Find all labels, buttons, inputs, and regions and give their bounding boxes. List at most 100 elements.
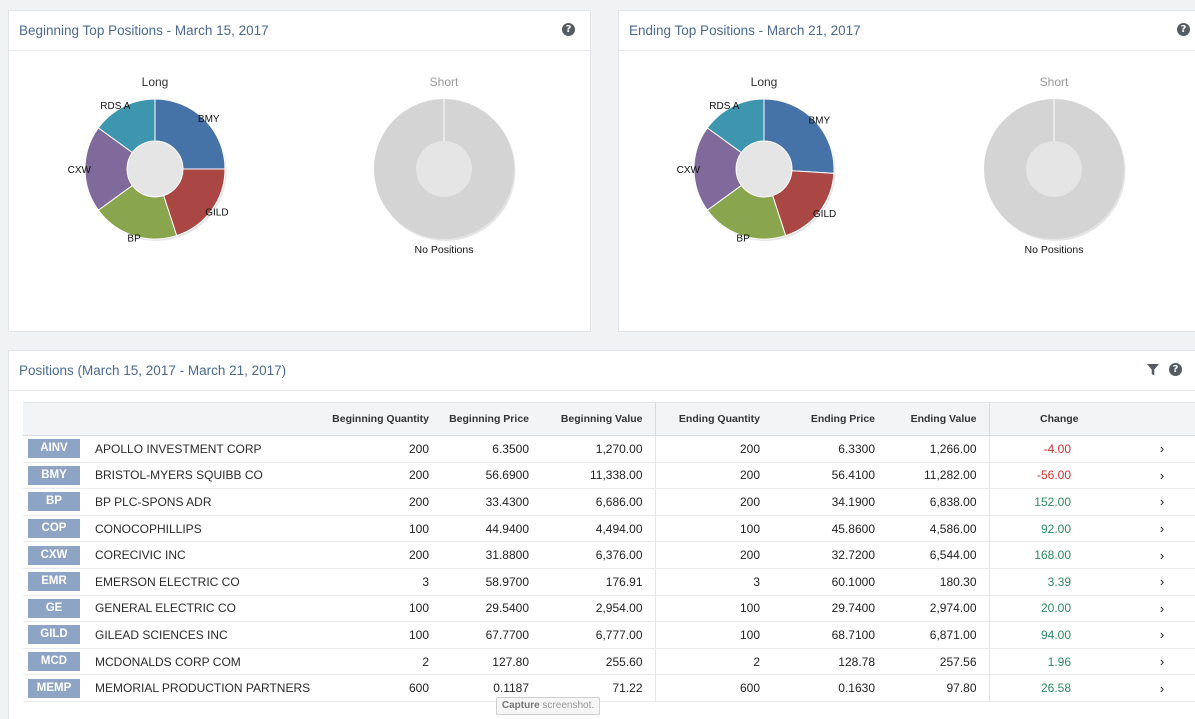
table-row[interactable]: COP CONOCOPHILLIPS 100 44.9400 4,494.00 100 45…	[23, 515, 1195, 543]
ending-price: 60.1000	[772, 568, 887, 596]
panel-header: Positions (March 15, 2017 - March 21, 20…	[9, 351, 1195, 391]
symbol-cell: AINV	[23, 435, 85, 463]
beginning-value: 4,494.00	[541, 515, 655, 543]
beginning-quantity: 2	[308, 648, 441, 676]
symbol-badge[interactable]: CXW	[28, 545, 80, 565]
help-icon[interactable]: ?	[1169, 363, 1182, 376]
change-value: -4.00	[988, 435, 1129, 463]
symbol-badge[interactable]: EMR	[28, 572, 80, 592]
row-expand-chevron-icon[interactable]: ›	[1129, 541, 1195, 569]
column-header-beginning-price[interactable]: Beginning Price	[441, 402, 541, 436]
column-header-beginning-quantity[interactable]: Beginning Quantity	[308, 402, 441, 436]
change-value: 3.39	[988, 568, 1129, 596]
symbol-cell: MCD	[23, 648, 85, 676]
beginning-value: 255.60	[541, 648, 655, 676]
security-name: MCDONALDS CORP COM	[85, 648, 308, 676]
panel-title: Positions (March 15, 2017 - March 21, 20…	[19, 363, 287, 378]
beginning-quantity: 200	[308, 541, 441, 569]
ending-price: 68.7100	[772, 621, 887, 649]
beginning-quantity: 100	[308, 621, 441, 649]
column-header-ending-value[interactable]: Ending Value	[887, 402, 989, 436]
security-name: BRISTOL-MYERS SQUIBB CO	[85, 462, 308, 490]
symbol-cell: GE	[23, 595, 85, 623]
ending-quantity: 600	[654, 674, 772, 702]
security-name: MEMORIAL PRODUCTION PARTNERS	[85, 674, 310, 702]
symbol-badge[interactable]: MCD	[28, 652, 80, 672]
slice-label: No Positions	[415, 244, 474, 256]
ending-price: 128.78	[772, 648, 887, 676]
ending-quantity: 200	[654, 435, 772, 463]
row-expand-chevron-icon[interactable]: ›	[1129, 462, 1195, 490]
row-expand-chevron-icon[interactable]: ›	[1129, 674, 1195, 702]
table-row[interactable]: EMR EMERSON ELECTRIC CO 3 58.9700 176.91 3 60.…	[23, 568, 1195, 596]
beginning-value: 6,777.00	[541, 621, 655, 649]
column-header-ending-quantity[interactable]: Ending Quantity	[654, 402, 772, 436]
table-row[interactable]: AINV APOLLO INVESTMENT CORP 200 6.3500 1,270…	[23, 435, 1195, 463]
symbol-badge[interactable]: COP	[28, 519, 80, 539]
beginning-quantity: 100	[308, 515, 441, 543]
security-name: CORECIVIC INC	[85, 541, 308, 569]
beginning-quantity: 200	[308, 435, 441, 463]
row-expand-chevron-icon[interactable]: ›	[1129, 621, 1195, 649]
column-header-ending-price[interactable]: Ending Price	[772, 402, 887, 436]
column-header	[23, 402, 85, 436]
row-expand-chevron-icon[interactable]: ›	[1129, 595, 1195, 623]
security-name: GILEAD SCIENCES INC	[85, 621, 308, 649]
ending-quantity: 200	[654, 462, 772, 490]
table-row[interactable]: GE GENERAL ELECTRIC CO 100 29.5400 2,954.00 1…	[23, 595, 1195, 623]
short-donut-chart: No Positions	[983, 99, 1126, 256]
symbol-badge[interactable]: GILD	[28, 625, 80, 645]
security-name: APOLLO INVESTMENT CORP	[85, 435, 308, 463]
table-row[interactable]: MEMP MEMORIAL PRODUCTION PARTNERS 600 0.118…	[23, 674, 1195, 702]
table-header-row: Beginning Quantity Beginning Price Begin…	[23, 402, 1195, 436]
security-name: CONOCOPHILLIPS	[85, 515, 308, 543]
ending-value: 11,282.00	[887, 462, 989, 490]
row-expand-chevron-icon[interactable]: ›	[1129, 515, 1195, 543]
row-expand-chevron-icon[interactable]: ›	[1129, 435, 1195, 463]
security-name: GENERAL ELECTRIC CO	[85, 595, 308, 623]
beginning-value: 6,686.00	[541, 488, 655, 516]
symbol-badge[interactable]: GE	[28, 598, 80, 618]
beginning-price: 33.4300	[441, 488, 541, 516]
column-header-beginning-value[interactable]: Beginning Value	[541, 402, 655, 436]
ending-value: 6,871.00	[887, 621, 989, 649]
beginning-price: 67.7700	[441, 621, 541, 649]
row-expand-chevron-icon[interactable]: ›	[1129, 568, 1195, 596]
row-expand-chevron-icon[interactable]: ›	[1129, 648, 1195, 676]
change-value: -56.00	[988, 462, 1129, 490]
beginning-quantity: 100	[308, 595, 441, 623]
ending-price: 34.1900	[772, 488, 887, 516]
column-header	[1129, 402, 1195, 436]
slice-label: No Positions	[1025, 244, 1084, 256]
ending-value: 1,266.00	[887, 435, 989, 463]
table-row[interactable]: MCD MCDONALDS CORP COM 2 127.80 255.60 2 128.7…	[23, 648, 1195, 676]
positions-panel: Positions (March 15, 2017 - March 21, 20…	[8, 350, 1195, 719]
symbol-badge[interactable]: BMY	[28, 465, 80, 485]
symbol-badge[interactable]: MEMP	[28, 678, 80, 698]
change-value: 94.00	[988, 621, 1129, 649]
table-row[interactable]: CXW CORECIVIC INC 200 31.8800 6,376.00 200 32.…	[23, 541, 1195, 569]
ending-quantity: 100	[654, 621, 772, 649]
change-value: 1.96	[988, 648, 1129, 676]
table-row[interactable]: BMY BRISTOL-MYERS SQUIBB CO 200 56.6900 11,3…	[23, 462, 1195, 490]
beginning-price: 31.8800	[441, 541, 541, 569]
ending-quantity: 200	[654, 541, 772, 569]
row-expand-chevron-icon[interactable]: ›	[1129, 488, 1195, 516]
ending-quantity: 2	[654, 648, 772, 676]
beginning-positions-panel: Beginning Top Positions - March 15, 2017…	[8, 10, 591, 332]
table-row[interactable]: BP BP PLC-SPONS ADR 200 33.4300 6,686.00 200 3…	[23, 488, 1195, 516]
ending-positions-panel: Ending Top Positions - March 21, 2017 ? …	[618, 10, 1195, 332]
symbol-badge[interactable]: AINV	[28, 439, 80, 459]
filter-icon[interactable]	[1147, 364, 1159, 376]
beginning-value: 6,376.00	[541, 541, 655, 569]
beginning-price: 6.3500	[441, 435, 541, 463]
table-row[interactable]: GILD GILEAD SCIENCES INC 100 67.7700 6,777.0…	[23, 621, 1195, 649]
symbol-cell: MEMP	[23, 674, 85, 702]
ending-value: 4,586.00	[887, 515, 989, 543]
symbol-badge[interactable]: BP	[28, 492, 80, 512]
beginning-quantity: 200	[308, 462, 441, 490]
column-header-change[interactable]: Change	[988, 402, 1129, 436]
short-donut-chart: No Positions	[373, 99, 516, 256]
ending-quantity: 100	[654, 515, 772, 543]
beginning-price: 58.9700	[441, 568, 541, 596]
